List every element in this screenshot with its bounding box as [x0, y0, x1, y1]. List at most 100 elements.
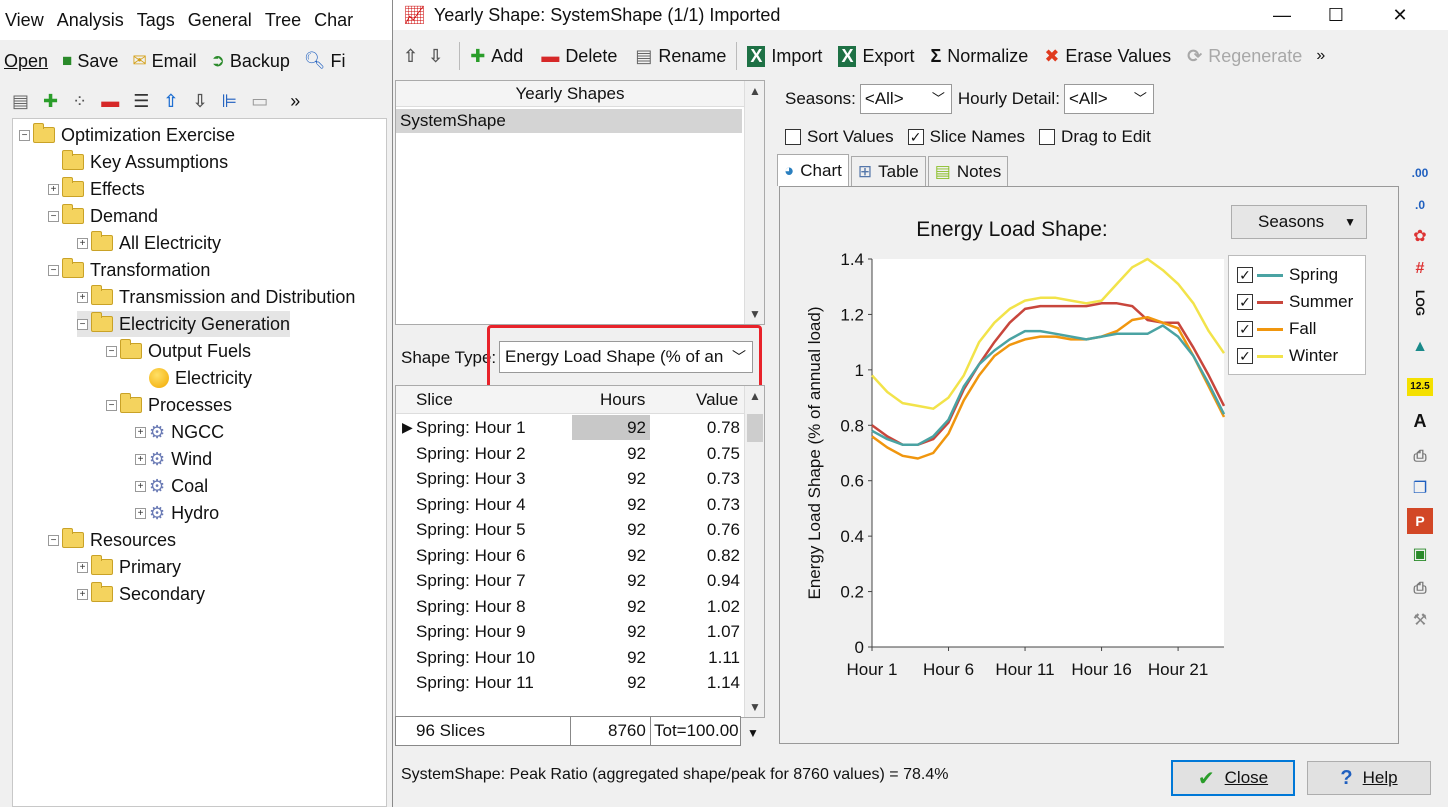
checkmark-icon[interactable]: ✓	[1237, 321, 1253, 337]
value-cell[interactable]: 1.14	[652, 670, 740, 695]
slice-names-checkbox[interactable]: ✓ Slice Names	[907, 127, 1025, 147]
data-labels-icon[interactable]: 12.5	[1407, 378, 1433, 396]
collapse-icon[interactable]: −	[19, 129, 30, 141]
tab-table[interactable]: ⊞ Table	[850, 156, 926, 186]
table-row[interactable]: ▶ Spring: Hour 1 92 0.78	[396, 415, 744, 441]
table-row[interactable]: Spring: Hour 8 92 1.02	[396, 594, 744, 620]
slice-cell[interactable]: Spring: Hour 11	[416, 670, 534, 695]
erase-values-button[interactable]: ✖ Erase Values	[1044, 46, 1171, 67]
expand-icon[interactable]: +	[135, 426, 146, 438]
expand-icon[interactable]: +	[135, 480, 146, 492]
slice-cell[interactable]: Spring: Hour 5	[416, 517, 526, 542]
expand-icon[interactable]: +	[77, 561, 88, 573]
tree-node[interactable]: Key Assumptions	[48, 149, 228, 175]
move-up-button[interactable]: ⇧	[403, 46, 424, 67]
folder-icon[interactable]: ▭	[251, 91, 268, 112]
tree-node[interactable]: + Secondary	[77, 581, 205, 607]
value-cell[interactable]: 0.78	[652, 415, 740, 440]
font-icon[interactable]: A	[1407, 408, 1433, 434]
slice-cell[interactable]: Spring: Hour 6	[416, 543, 526, 568]
tree-node[interactable]: + Primary	[77, 554, 181, 580]
scroll-down-icon[interactable]: ▼	[745, 304, 765, 324]
email-button[interactable]: ✉ Email	[132, 51, 196, 72]
copy-icon[interactable]: ❐	[1407, 476, 1433, 502]
close-button[interactable]: ✔ Close	[1171, 760, 1295, 796]
hours-cell[interactable]: 92	[572, 492, 650, 517]
value-cell[interactable]: 0.73	[652, 466, 740, 491]
scroll-up-icon[interactable]: ▲	[745, 81, 765, 101]
table-row[interactable]: Spring: Hour 9 92 1.07	[396, 619, 744, 645]
print-icon[interactable]: ⎙	[1407, 576, 1433, 602]
collapse-icon[interactable]: −	[48, 534, 59, 546]
save-button[interactable]: ■ Save	[62, 51, 118, 72]
regenerate-button[interactable]: ⟳ Regenerate	[1187, 46, 1302, 67]
hours-cell[interactable]: 92	[572, 441, 650, 466]
add-button[interactable]: ✚ Add	[470, 46, 523, 67]
help-button[interactable]: ? Help	[1307, 761, 1431, 795]
hours-cell[interactable]: 92	[572, 543, 650, 568]
tree-node[interactable]: − Transformation	[48, 257, 210, 283]
tree-node[interactable]: − Demand	[48, 203, 158, 229]
hours-cell[interactable]: 92	[572, 415, 650, 440]
expand-icon[interactable]: +	[135, 453, 146, 465]
tree-node[interactable]: − Resources	[48, 527, 176, 553]
tab-chart[interactable]: ◕ Chart	[777, 154, 849, 186]
menu-chart[interactable]: Char	[314, 10, 353, 31]
decrease-decimals-icon[interactable]: .0	[1407, 192, 1433, 218]
export-image-icon[interactable]: ▣	[1407, 542, 1433, 568]
tree-node[interactable]: − Electricity Generation	[77, 311, 291, 337]
add-branch-icon[interactable]: ✚	[43, 91, 58, 112]
seasons-select[interactable]: <All> ﹀	[859, 84, 952, 114]
hours-cell[interactable]: 92	[572, 568, 650, 593]
footer-scroll-down-icon[interactable]: ▼	[747, 726, 759, 740]
menu-general[interactable]: General	[188, 10, 252, 31]
tree-node[interactable]: + All Electricity	[77, 230, 221, 256]
hours-cell[interactable]: 92	[572, 594, 650, 619]
axis-icon[interactable]: ▲	[1407, 334, 1433, 360]
yearly-shape-item[interactable]: SystemShape	[396, 109, 742, 133]
value-cell[interactable]: 0.73	[652, 492, 740, 517]
table-row[interactable]: Spring: Hour 4 92 0.73	[396, 492, 744, 518]
move-down-icon[interactable]: ⇩	[192, 91, 207, 112]
table-row[interactable]: Spring: Hour 6 92 0.82	[396, 543, 744, 569]
value-cell[interactable]: 0.94	[652, 568, 740, 593]
slice-cell[interactable]: Spring: Hour 2	[416, 441, 526, 466]
colors-icon[interactable]: ✿	[1407, 224, 1433, 250]
menu-analysis[interactable]: Analysis	[57, 10, 124, 31]
move-down-button[interactable]: ⇩	[428, 46, 449, 67]
collapse-icon[interactable]: −	[48, 264, 59, 276]
value-cell[interactable]: 0.75	[652, 441, 740, 466]
log-scale-icon[interactable]: LOG	[1407, 290, 1433, 316]
add-multiple-icon[interactable]: ⁘	[72, 91, 87, 112]
tree-node[interactable]: − Optimization Exercise	[19, 122, 235, 148]
open-button[interactable]: Open	[4, 51, 48, 72]
expand-icon[interactable]: +	[77, 588, 88, 600]
toolbar-overflow-chevron[interactable]: »	[1316, 47, 1325, 65]
powerpoint-icon[interactable]: P	[1407, 508, 1433, 534]
expand-icon[interactable]: +	[77, 291, 88, 303]
delete-button[interactable]: ▬ Delete	[541, 46, 617, 67]
backup-button[interactable]: ➲ Backup	[211, 51, 290, 72]
legend-item[interactable]: ✓ Fall	[1237, 316, 1316, 342]
import-button[interactable]: X Import	[747, 45, 822, 67]
tree-node[interactable]: + ⚙ Wind	[135, 446, 212, 472]
slice-cell[interactable]: Spring: Hour 10	[416, 645, 535, 670]
tree-node[interactable]: + ⚙ NGCC	[135, 419, 224, 445]
expand-icon[interactable]: +	[48, 183, 59, 195]
tree-node[interactable]: + Effects	[48, 176, 145, 202]
increase-decimals-icon[interactable]: .00	[1407, 160, 1433, 186]
checkmark-icon[interactable]: ✓	[1237, 294, 1253, 310]
seasons-dropdown-button[interactable]: Seasons ▼	[1231, 205, 1367, 239]
slice-cell[interactable]: Spring: Hour 3	[416, 466, 526, 491]
shapes-list-scrollbar[interactable]: ▲ ▼	[744, 81, 764, 324]
maximize-button[interactable]: ☐	[1313, 0, 1359, 30]
tree-node[interactable]: − Processes	[106, 392, 232, 418]
more-chevron-icon[interactable]: »	[290, 91, 300, 112]
checkmark-icon[interactable]: ✓	[1237, 348, 1253, 364]
hours-cell[interactable]: 92	[572, 645, 650, 670]
menu-tree[interactable]: Tree	[265, 10, 301, 31]
scroll-up-icon[interactable]: ▲	[745, 386, 765, 406]
tree-node[interactable]: Electricity	[135, 365, 252, 391]
tab-notes[interactable]: ▤ Notes	[927, 156, 1009, 186]
table-row[interactable]: Spring: Hour 2 92 0.75	[396, 441, 744, 467]
